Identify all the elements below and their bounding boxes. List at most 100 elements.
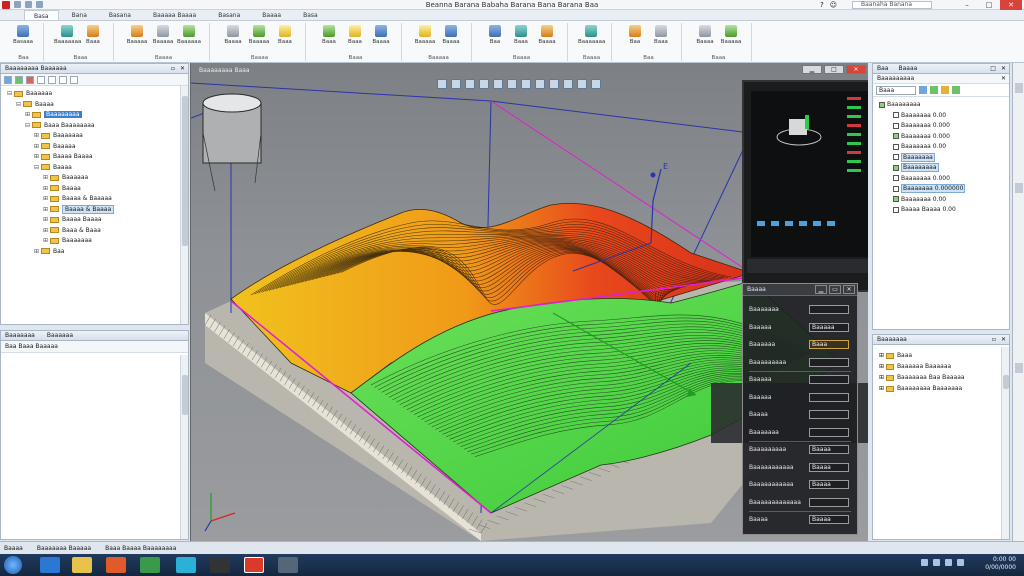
scroll-thumb[interactable] xyxy=(182,96,188,246)
tree-expand-toggle[interactable]: ⊞ xyxy=(879,385,886,392)
filter-green-icon[interactable] xyxy=(930,86,938,94)
resource-item[interactable]: ⊞ Baaa xyxy=(879,351,912,360)
tree-item[interactable]: ⊞ Baaaa Baaaa xyxy=(34,152,93,162)
toolstrip-button[interactable] xyxy=(1015,363,1023,373)
toolstrip-button[interactable] xyxy=(1015,183,1023,193)
tree-expand-toggle[interactable]: ⊞ xyxy=(43,205,50,215)
minimize-button[interactable]: – xyxy=(956,0,978,10)
viewport-minimize-button[interactable]: ▁ xyxy=(802,65,822,74)
view-top-icon[interactable] xyxy=(451,79,461,89)
property-tree-item[interactable]: Baaaaaaaa xyxy=(893,163,939,172)
ribbon-button[interactable]: Baaaaa xyxy=(412,25,438,45)
zoom-icon[interactable] xyxy=(479,79,489,89)
pan-icon[interactable] xyxy=(493,79,503,89)
ribbon-button[interactable]: Baaaa xyxy=(692,25,718,45)
tree-expand-toggle[interactable]: ⊞ xyxy=(879,374,886,381)
tree-expand-toggle[interactable]: ⊞ xyxy=(879,352,886,359)
viewport-maximize-button[interactable]: □ xyxy=(824,65,844,74)
property-value-field[interactable] xyxy=(809,375,849,384)
tree-item[interactable]: ⊞ Baaaaaa xyxy=(43,173,88,183)
ribbon-button[interactable]: Baaa xyxy=(342,25,368,45)
display-icon[interactable] xyxy=(563,79,573,89)
filter-icon[interactable] xyxy=(4,76,12,84)
property-value-field[interactable]: Baaaa xyxy=(809,445,849,454)
tree-item[interactable]: ⊟ Baaa Baaaaaaaa xyxy=(25,121,95,131)
tree-item[interactable]: ⊞ Baa xyxy=(34,247,64,257)
tree-expand-toggle[interactable]: ⊟ xyxy=(25,121,32,131)
tree-item[interactable]: ⊟ Baaaa xyxy=(16,100,54,110)
property-tree-item[interactable]: Baaaaaaa 0.00 xyxy=(893,195,946,204)
camera-icon[interactable] xyxy=(535,79,545,89)
expand-icon[interactable] xyxy=(37,76,45,84)
ribbon-button[interactable]: Baaa xyxy=(80,25,106,45)
layers-scrollbar[interactable] xyxy=(180,355,188,539)
tree-expand-toggle[interactable]: ⊟ xyxy=(7,89,14,99)
taskbar-active-cad-icon[interactable] xyxy=(244,557,264,573)
property-value-field[interactable] xyxy=(809,427,849,437)
ribbon-button[interactable]: Baaaaa xyxy=(150,25,176,45)
ribbon-tab[interactable]: Basana xyxy=(209,10,249,20)
search-tree-icon[interactable] xyxy=(59,76,67,84)
property-value-field[interactable]: Baaaa xyxy=(809,480,849,489)
ribbon-button[interactable]: Baaaaaaa xyxy=(54,25,81,45)
ribbon-button[interactable]: Baaaa xyxy=(220,25,246,45)
ribbon-button[interactable]: Baaaaa xyxy=(246,25,272,45)
tree-expand-toggle[interactable]: ⊞ xyxy=(43,226,50,236)
ribbon-tab[interactable]: Basana xyxy=(100,10,140,20)
options-icon[interactable] xyxy=(70,76,78,84)
tree-item[interactable]: ⊞ Baaaaaaaa xyxy=(25,110,82,120)
taskbar-app-icon[interactable] xyxy=(176,557,196,573)
property-value-field[interactable]: Baaaaa xyxy=(809,322,849,332)
close-button[interactable]: ✕ xyxy=(1000,0,1022,10)
ribbon-button[interactable]: Baaa xyxy=(508,25,534,45)
scroll-thumb[interactable] xyxy=(1003,375,1009,389)
taskbar-app-icon[interactable] xyxy=(140,557,160,573)
battery-icon[interactable] xyxy=(957,559,964,566)
tree-item[interactable]: ⊞ Baaaa xyxy=(43,184,81,194)
property-tree-item[interactable]: Baaaaaaa 0.000 xyxy=(893,121,950,130)
property-tree-item[interactable]: Baaaaaaa 0.00 xyxy=(893,111,946,120)
resource-item[interactable]: ⊞ Baaaaaaa Baa Baaaaa xyxy=(879,373,965,382)
ribbon-button[interactable]: Baaa xyxy=(316,25,342,45)
ribbon-button[interactable]: Baaaa xyxy=(534,25,560,45)
property-tree-item[interactable]: Baaaaaaa 0.00 xyxy=(893,142,946,151)
show-icon[interactable] xyxy=(15,76,23,84)
ribbon-button[interactable]: Basaaa xyxy=(10,25,36,45)
property-value-field[interactable]: Baaaa xyxy=(809,515,849,524)
ribbon-button[interactable]: Baaaaa xyxy=(718,25,744,45)
panel-pin-icon[interactable]: ▫ xyxy=(992,335,996,345)
resource-item[interactable]: ⊞ Baaaaaaaa Baaaaaaa xyxy=(879,384,962,393)
taskbar-clock[interactable]: 0:00 00 0/00/0000 xyxy=(985,556,1016,572)
measure-icon[interactable] xyxy=(591,79,601,89)
user-icon[interactable]: ☺ xyxy=(830,0,837,10)
tree-item[interactable]: ⊞ Baaa & Baaa xyxy=(43,226,101,236)
tree-expand-toggle[interactable]: ⊞ xyxy=(43,236,50,246)
panel-tab[interactable]: Baaaaaaa xyxy=(5,332,35,339)
tree-expand-toggle[interactable]: ⊞ xyxy=(43,184,50,194)
tree-expand-toggle[interactable]: ⊞ xyxy=(34,131,41,141)
orbit-icon[interactable] xyxy=(507,79,517,89)
tree-expand-toggle[interactable]: ⊞ xyxy=(34,152,41,162)
tree-expand-toggle[interactable]: ⊟ xyxy=(16,100,23,110)
filter-check-icon[interactable] xyxy=(952,86,960,94)
tree-item[interactable]: ⊞ Baaaa & Baaaaa xyxy=(43,194,112,204)
model-tree-scrollbar[interactable] xyxy=(180,86,188,324)
property-value-field[interactable] xyxy=(809,357,849,367)
property-tree-item[interactable]: Baaaaaaa 0.000000 xyxy=(893,184,966,193)
property-tree-item[interactable]: Baaaaaaa xyxy=(893,152,935,162)
filter-yellow-icon[interactable] xyxy=(941,86,949,94)
tree-expand-toggle[interactable]: ⊞ xyxy=(879,363,886,370)
ribbon-button[interactable]: Baaa xyxy=(648,25,674,45)
property-tree-item[interactable]: Baaaaaaa 0.000 xyxy=(893,174,950,183)
panel-tab[interactable]: Baaaaaa xyxy=(47,332,73,339)
tree-expand-toggle[interactable]: ⊟ xyxy=(34,163,41,173)
ribbon-tab[interactable]: Bana xyxy=(63,10,96,20)
collapse-icon[interactable] xyxy=(48,76,56,84)
tree-expand-toggle[interactable]: ⊞ xyxy=(25,110,32,120)
flag-icon[interactable] xyxy=(945,559,952,566)
tree-item[interactable]: ⊞ Baaaa Baaaa xyxy=(43,215,102,225)
ribbon-button[interactable]: Baa xyxy=(482,25,508,45)
ribbon-tab[interactable]: Basa xyxy=(294,10,327,20)
tree-item[interactable]: ⊟ Baaaa xyxy=(34,163,72,173)
filter-apply-icon[interactable] xyxy=(919,86,927,94)
